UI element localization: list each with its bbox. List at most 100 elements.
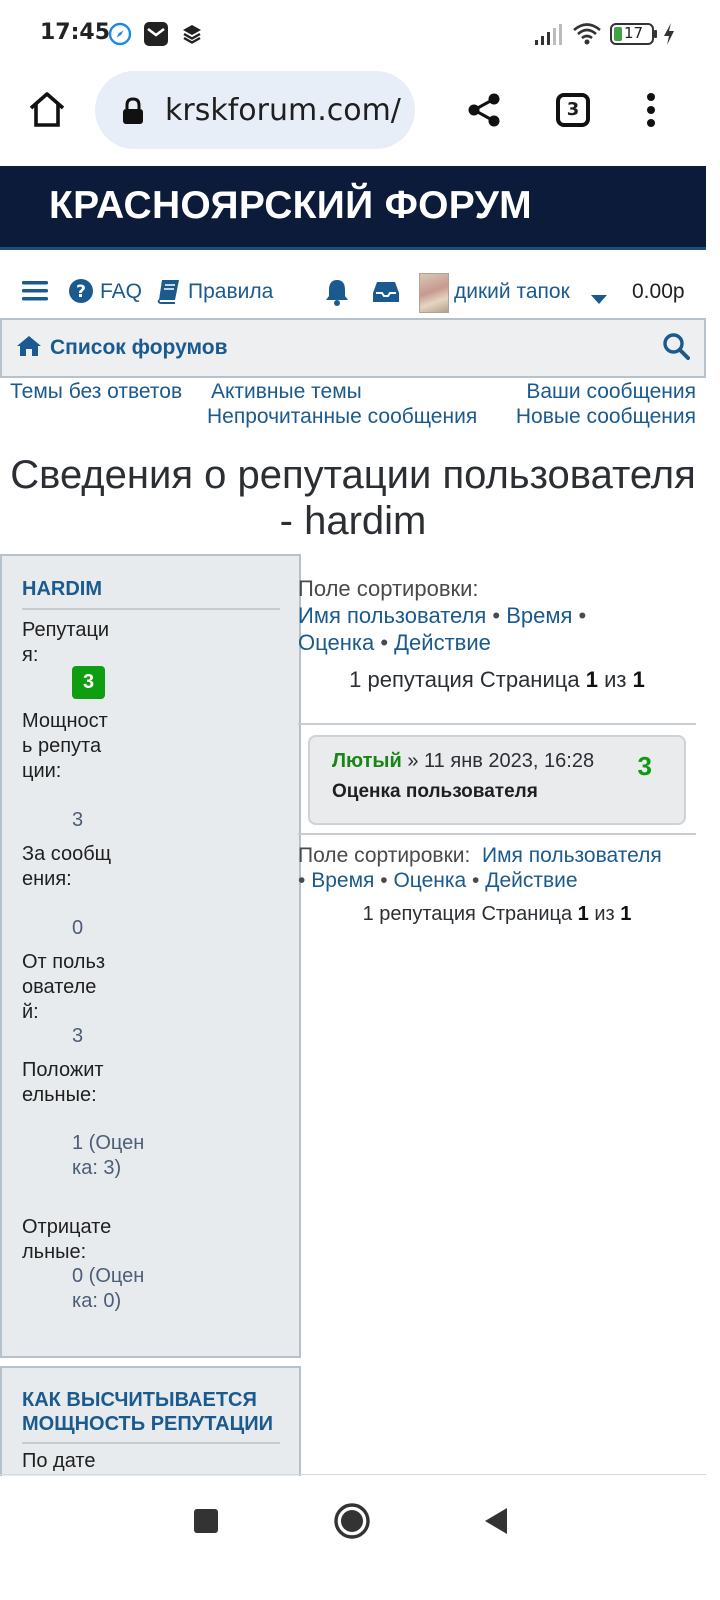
tabs-button[interactable]: 3 xyxy=(556,93,590,127)
pagination-bottom: 1 репутация Страница 1 из 1 xyxy=(298,903,696,926)
book-icon[interactable] xyxy=(156,278,182,310)
sort-label: Поле сортировки: xyxy=(298,576,479,601)
back-icon[interactable] xyxy=(484,1507,508,1540)
reputation-datetime: » 11 янв 2023, 16:28 xyxy=(407,750,595,772)
page-title-line1: Сведения о репутации пользователя xyxy=(10,453,696,497)
sort-separator: • xyxy=(578,603,587,628)
sort-username-link[interactable]: Имя пользователя xyxy=(298,603,486,628)
divider xyxy=(298,723,696,725)
pagination-of: из xyxy=(604,667,627,692)
menu-icon[interactable] xyxy=(22,280,48,308)
sort-time-link[interactable]: Время xyxy=(506,603,572,628)
lock-icon[interactable] xyxy=(122,97,144,130)
sort-separator: • xyxy=(298,869,306,892)
from-users-value: 3 xyxy=(72,1025,84,1047)
charging-icon xyxy=(662,22,676,51)
pagination-count: 1 репутация Страница xyxy=(349,667,580,692)
inbox-icon[interactable] xyxy=(372,280,400,310)
power-value: 3 xyxy=(72,809,84,831)
for-posts-value: 0 xyxy=(72,917,84,939)
search-icon[interactable] xyxy=(662,332,690,365)
more-icon[interactable] xyxy=(644,92,658,133)
reputation-entry: Лютый » 11 янв 2023, 16:28 Оценка пользо… xyxy=(308,735,686,825)
battery-icon: 17 xyxy=(610,22,658,46)
status-time: 17:45 xyxy=(40,20,111,45)
url-text[interactable]: krskforum.com/app.php/reputation/hardim xyxy=(165,93,401,128)
share-icon[interactable] xyxy=(466,92,502,133)
compass-icon xyxy=(108,22,132,51)
pagination-current: 1 xyxy=(585,667,598,692)
rules-link[interactable]: Правила xyxy=(188,280,273,304)
sort-time-link[interactable]: Время xyxy=(311,869,374,892)
stop-icon[interactable] xyxy=(194,1509,218,1538)
quick-links: Темы без ответов Активные темы Ваши сооб… xyxy=(0,380,706,434)
page-title-line2: - hardim xyxy=(279,499,427,543)
system-nav-bar xyxy=(0,1476,720,1600)
wifi-icon xyxy=(572,22,602,51)
sort-separator: • xyxy=(380,630,389,655)
profile-username[interactable]: HARDIM xyxy=(22,578,280,610)
battery-level: 17 xyxy=(624,24,644,42)
help-icon[interactable]: ? xyxy=(68,278,94,310)
sort-separator: • xyxy=(472,869,480,892)
house-icon[interactable] xyxy=(16,334,42,363)
power-label: Мощность репутации: xyxy=(22,710,108,782)
status-bar: 17:45 17 xyxy=(0,0,720,68)
sort-options-bottom: Поле сортировки: Имя пользователя • Врем… xyxy=(298,843,698,893)
sort-action-link[interactable]: Действие xyxy=(394,630,491,655)
reputation-power-panel: КАК ВЫСЧИТЫВАЕТСЯ МОЩНОСТЬ РЕПУТАЦИИ По … xyxy=(0,1366,301,1476)
negative-value: 0 (Оценка: 0) xyxy=(72,1265,145,1312)
sort-rating-link[interactable]: Оценка xyxy=(393,869,466,892)
reputation-profile-panel: HARDIM Репутация: 3 Мощность репутации: … xyxy=(0,554,301,1358)
from-users-label: От пользователей: xyxy=(22,951,106,1023)
forum-header: КРАСНОЯРСКИЙ ФОРУМ xyxy=(0,166,706,250)
positive-label: Положительные: xyxy=(22,1059,104,1106)
reputation-badge: 3 xyxy=(72,666,105,699)
unanswered-topics-link[interactable]: Темы без ответов xyxy=(10,380,182,404)
forum-title[interactable]: КРАСНОЯРСКИЙ ФОРУМ xyxy=(49,184,532,228)
pagination-of: из xyxy=(594,903,615,925)
home-circle-icon[interactable] xyxy=(333,1502,371,1545)
avatar[interactable] xyxy=(419,273,449,313)
reputation-entry-header: Лютый » 11 янв 2023, 16:28 xyxy=(332,750,594,773)
negative-label: Отрицательные: xyxy=(22,1216,112,1263)
reputation-action: Оценка пользователя xyxy=(332,781,538,802)
pagination-top: 1 репутация Страница 1 из 1 xyxy=(298,667,696,693)
pagination-current: 1 xyxy=(577,903,589,925)
mail-notification-icon xyxy=(142,20,170,53)
for-posts-label: За сообщения: xyxy=(22,843,112,890)
bell-icon[interactable] xyxy=(324,278,350,312)
sort-label: Поле сортировки: xyxy=(298,844,471,867)
divider xyxy=(0,1474,706,1475)
address-bar[interactable]: krskforum.com/app.php/reputation/hardim xyxy=(95,71,415,149)
power-panel-title: КАК ВЫСЧИТЫВАЕТСЯ МОЩНОСТЬ РЕПУТАЦИИ xyxy=(22,1388,280,1444)
page-title: Сведения о репутации пользователя - hard… xyxy=(0,452,706,544)
sort-username-link[interactable]: Имя пользователя xyxy=(482,844,662,867)
top-nav: ? FAQ Правила дикий тапок 0.00р xyxy=(0,268,706,316)
faq-link[interactable]: FAQ xyxy=(100,280,142,304)
power-panel-text: По дате xyxy=(22,1450,96,1472)
layers-icon xyxy=(180,22,204,51)
signal-icon xyxy=(534,24,562,51)
your-posts-link[interactable]: Ваши сообщения xyxy=(526,380,696,404)
active-topics-link[interactable]: Активные темы xyxy=(211,380,362,404)
reputation-points: 3 xyxy=(637,751,652,781)
reputation-from-user[interactable]: Лютый xyxy=(332,750,402,772)
forum-list-link[interactable]: Список форумов xyxy=(50,336,228,360)
sort-rating-link[interactable]: Оценка xyxy=(298,630,374,655)
sort-options-top: Поле сортировки: Имя пользователя • Врем… xyxy=(298,575,628,656)
home-icon[interactable] xyxy=(26,88,68,135)
pagination-total: 1 xyxy=(632,667,645,692)
pagination-count: 1 репутация Страница xyxy=(362,903,573,925)
new-posts-link[interactable]: Новые сообщения xyxy=(516,405,696,429)
unread-posts-link[interactable]: Непрочитанные сообщения xyxy=(207,405,477,429)
breadcrumb: Список форумов xyxy=(0,318,706,378)
divider xyxy=(298,833,696,835)
sort-separator: • xyxy=(492,603,501,628)
username-menu[interactable]: дикий тапок xyxy=(454,280,570,304)
svg-text:?: ? xyxy=(76,282,86,302)
caret-down-icon[interactable] xyxy=(590,288,608,312)
pagination-total: 1 xyxy=(620,903,632,925)
sort-action-link[interactable]: Действие xyxy=(485,869,577,892)
sort-separator: • xyxy=(380,869,388,892)
